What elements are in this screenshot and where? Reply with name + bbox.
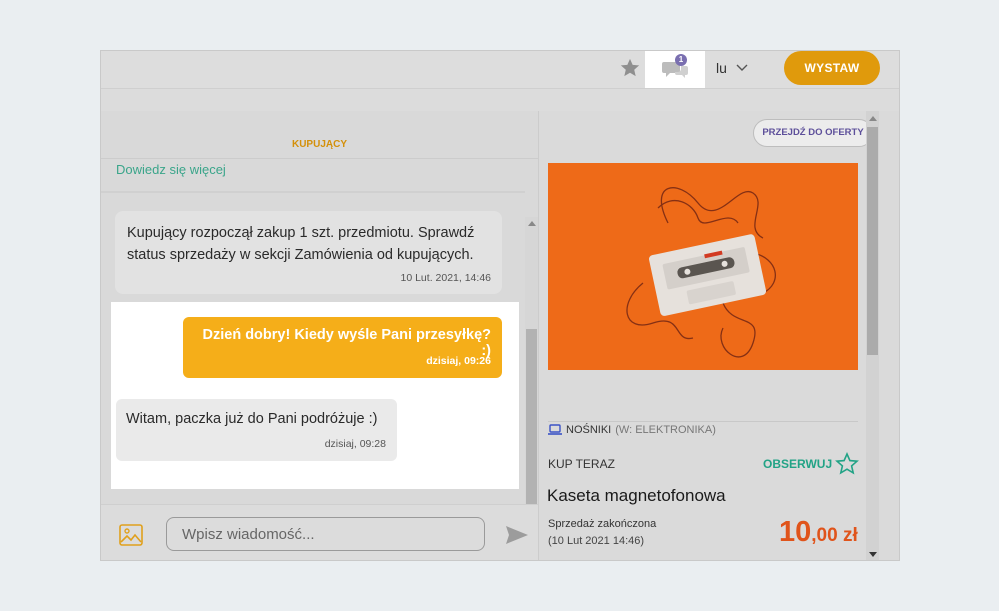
star-icon[interactable] <box>619 57 641 79</box>
price: 10,00 zł <box>779 516 858 549</box>
chevron-down-icon[interactable] <box>735 61 749 80</box>
divider <box>548 421 858 422</box>
message-composer <box>101 504 538 560</box>
offer-image <box>548 163 858 370</box>
go-to-offer-button[interactable]: PRZEJDŹ DO OFERTY <box>753 119 873 147</box>
outgoing-message: Dzień dobry! Kiedy wyśle Pani przesyłkę?… <box>183 317 502 378</box>
offer-panel: PRZEJDŹ DO OFERTY NOŚNIKI (W: ELEKTRONIK… <box>538 111 899 560</box>
chat-panel: KUPUJĄCY Dowiedz się więcej Kupujący roz… <box>101 111 538 560</box>
system-message: Kupujący rozpoczął zakup 1 szt. przedmio… <box>115 211 502 294</box>
incoming-message: Witam, paczka już do Pani podróżuje :) d… <box>116 399 397 461</box>
category-name: NOŚNIKI <box>566 424 612 436</box>
scroll-up-arrow-icon[interactable] <box>869 116 877 121</box>
sale-date: (10 Lut 2021 14:46) <box>548 535 645 547</box>
message-time: dzisiaj, 09:26 <box>426 355 491 367</box>
messages-button[interactable]: 1 <box>645 51 705 88</box>
conversation-role-label: KUPUJĄCY <box>291 139 347 150</box>
watch-button[interactable]: OBSERWUJ <box>763 457 832 471</box>
divider <box>101 158 538 159</box>
star-outline-icon[interactable] <box>835 452 859 481</box>
price-integer: 10 <box>779 516 812 548</box>
message-time: dzisiaj, 09:28 <box>324 438 386 450</box>
buy-type-label: KUP TERAZ <box>548 457 615 471</box>
divider <box>101 191 525 193</box>
learn-more-link[interactable]: Dowiedz się więcej <box>116 162 226 177</box>
scrollbar-thumb[interactable] <box>867 127 878 355</box>
laptop-icon <box>548 424 562 435</box>
top-header: 1 lu WYSTAW <box>101 51 899 89</box>
message-input[interactable] <box>166 517 485 551</box>
scroll-up-arrow-icon[interactable] <box>528 221 536 226</box>
app-window: 1 lu WYSTAW KUPUJĄCY Dowiedz się więcej … <box>100 50 900 561</box>
system-message-time: 10 Lut. 2021, 14:46 <box>400 272 492 284</box>
conversation-highlight: Dzień dobry! Kiedy wyśle Pani przesyłkę?… <box>111 302 519 489</box>
category-parent: (W: ELEKTRONIKA) <box>615 424 716 436</box>
offer-scrollbar[interactable] <box>866 111 879 560</box>
user-name[interactable]: lu <box>716 60 727 76</box>
offer-title[interactable]: Kaseta magnetofonowa <box>547 486 726 506</box>
message-text: Witam, paczka już do Pani podróżuje :) <box>126 411 378 427</box>
chat-scrollbar[interactable] <box>525 217 538 551</box>
scroll-down-arrow-icon[interactable] <box>869 552 877 557</box>
send-icon[interactable] <box>505 525 529 550</box>
image-icon[interactable] <box>119 524 143 551</box>
publish-button[interactable]: WYSTAW <box>784 51 880 85</box>
category[interactable]: NOŚNIKI (W: ELEKTRONIKA) <box>548 424 716 436</box>
system-message-text: Kupujący rozpoczął zakup 1 szt. przedmio… <box>127 225 475 263</box>
unread-badge: 1 <box>675 54 687 66</box>
price-decimal: ,00 zł <box>811 525 858 546</box>
sale-status: Sprzedaż zakończona <box>548 518 657 530</box>
